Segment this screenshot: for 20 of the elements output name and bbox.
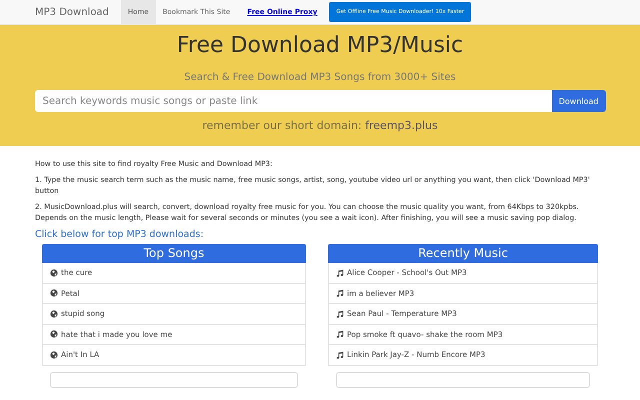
globe-icon bbox=[50, 330, 58, 338]
list-header: Recently Music bbox=[328, 244, 598, 263]
music-note-icon bbox=[336, 268, 344, 277]
site-brand[interactable]: MP3 Download bbox=[35, 6, 109, 18]
music-note-icon bbox=[336, 330, 344, 338]
download-button[interactable]: Download bbox=[552, 90, 606, 112]
globe-icon bbox=[50, 268, 58, 277]
hero-subtitle: Search & Free Download MP3 Songs from 3000+ Sites bbox=[184, 72, 456, 83]
globe-icon bbox=[50, 310, 58, 318]
list-header: Top Songs bbox=[42, 244, 306, 263]
globe-icon bbox=[50, 350, 58, 359]
domain-note: remember our short domain: bbox=[202, 119, 362, 132]
lists-heading: Click below for top MP3 downloads: bbox=[35, 229, 205, 240]
music-note-icon bbox=[336, 350, 344, 359]
music-note-icon bbox=[336, 289, 344, 298]
hero-title: Free Download MP3/Music bbox=[176, 33, 464, 58]
music-note-icon bbox=[336, 310, 344, 318]
domain-text: freemp3.plus bbox=[365, 119, 438, 132]
globe-icon bbox=[50, 289, 58, 298]
search-field[interactable]: Search keywords music songs or paste link bbox=[34, 90, 552, 112]
